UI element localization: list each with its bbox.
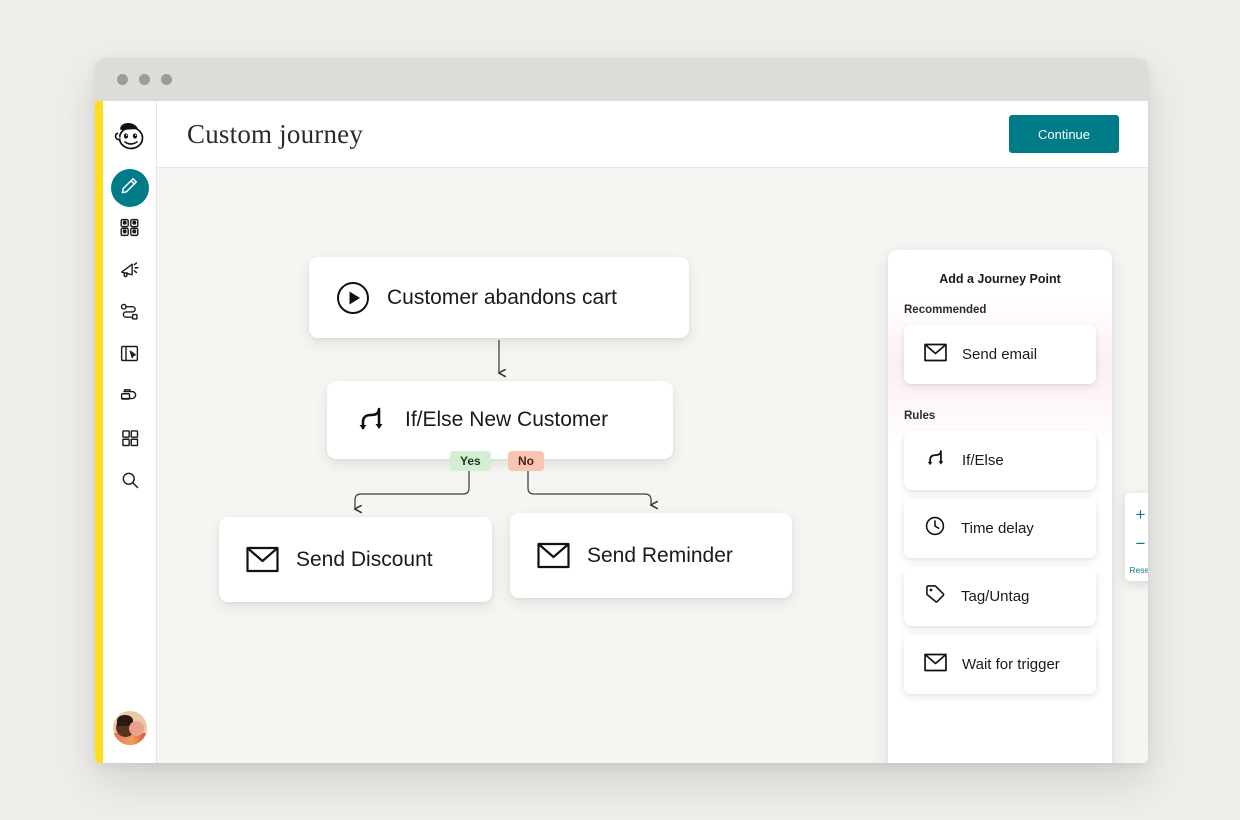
envelope-icon — [246, 546, 279, 573]
sidebar-item-content[interactable] — [111, 379, 149, 417]
flow-node-label: Send Discount — [296, 547, 433, 571]
journey-point-if-else[interactable]: If/Else — [904, 431, 1096, 490]
flow-node-label: Customer abandons cart — [387, 285, 617, 309]
continue-button[interactable]: Continue — [1009, 115, 1119, 153]
search-icon — [120, 470, 140, 495]
journey-canvas[interactable]: Customer abandons cart If/Else New Custo… — [157, 168, 1148, 763]
flow-node-label: Send Reminder — [587, 543, 733, 567]
flow-node-send-reminder[interactable]: Send Reminder — [510, 513, 792, 598]
main-area: Custom journey Continue Customer abandon… — [157, 101, 1148, 763]
website-cursor-icon — [119, 343, 140, 369]
flow-node-trigger[interactable]: Customer abandons cart — [309, 257, 689, 338]
brand-accent-stripe — [95, 101, 103, 763]
content-stack-icon — [119, 385, 140, 411]
avatar-person-two — [128, 721, 144, 736]
journey-point-label: Tag/Untag — [961, 588, 1030, 605]
panel-title: Add a Journey Point — [939, 272, 1061, 286]
sidebar-item-create[interactable] — [110, 169, 149, 207]
pencil-icon — [120, 176, 139, 200]
audience-icon — [119, 217, 140, 243]
branch-icon — [924, 447, 947, 475]
branch-icon — [354, 403, 388, 437]
sidebar-item-integrations[interactable] — [111, 421, 149, 459]
journey-point-label: Time delay — [961, 520, 1034, 537]
envelope-icon — [924, 653, 947, 677]
grid-apps-icon — [120, 428, 140, 453]
sidebar-item-search[interactable] — [111, 463, 149, 501]
journey-point-tag-untag[interactable]: Tag/Untag — [904, 567, 1096, 626]
canvas-zoom-controls: + − Reset — [1125, 493, 1148, 581]
journey-path-icon — [119, 301, 140, 327]
sidebar-item-website[interactable] — [111, 337, 149, 375]
panel-section-recommended-label: Recommended — [904, 304, 987, 316]
sidebar-item-automations[interactable] — [111, 295, 149, 333]
window-titlebar — [95, 58, 1148, 101]
flow-node-send-discount[interactable]: Send Discount — [219, 517, 492, 602]
journey-point-time-delay[interactable]: Time delay — [904, 499, 1096, 558]
flow-node-label: If/Else New Customer — [405, 408, 609, 431]
sidebar-item-audience[interactable] — [111, 211, 149, 249]
flow-node-ifelse[interactable]: If/Else New Customer — [327, 381, 673, 459]
page-header: Custom journey Continue — [157, 101, 1148, 168]
add-journey-point-panel: Add a Journey Point Recommended Send ema… — [888, 250, 1112, 763]
window-close-button[interactable] — [117, 74, 128, 85]
panel-section-rules-label: Rules — [904, 410, 936, 422]
journey-point-wait-for-trigger[interactable]: Wait for trigger — [904, 635, 1096, 694]
tag-icon — [924, 583, 946, 610]
journey-point-label: Wait for trigger — [962, 656, 1060, 673]
page-title: Custom journey — [187, 118, 364, 149]
user-avatar[interactable] — [112, 711, 147, 745]
journey-point-label: Send email — [962, 346, 1038, 363]
zoom-out-button[interactable]: − — [1136, 529, 1146, 558]
branch-badge-yes[interactable]: Yes — [450, 451, 491, 471]
window-content: Custom journey Continue Customer abandon… — [95, 101, 1148, 763]
envelope-icon — [537, 542, 570, 569]
zoom-reset-button[interactable]: Reset — [1129, 558, 1148, 575]
browser-window: Custom journey Continue Customer abandon… — [95, 58, 1148, 763]
window-maximize-button[interactable] — [161, 74, 172, 85]
zoom-in-button[interactable]: + — [1136, 500, 1146, 529]
clock-icon — [924, 515, 946, 542]
branch-badge-no[interactable]: No — [508, 451, 544, 471]
mailchimp-logo-icon — [108, 113, 152, 157]
sidebar-item-campaigns[interactable] — [111, 253, 149, 291]
window-minimize-button[interactable] — [139, 74, 150, 85]
journey-point-send-email[interactable]: Send email — [904, 325, 1096, 384]
play-circle-icon — [336, 281, 370, 315]
journey-point-label: If/Else — [962, 452, 1004, 469]
app-sidebar — [103, 101, 157, 763]
megaphone-icon — [119, 259, 140, 285]
envelope-icon — [924, 343, 947, 367]
